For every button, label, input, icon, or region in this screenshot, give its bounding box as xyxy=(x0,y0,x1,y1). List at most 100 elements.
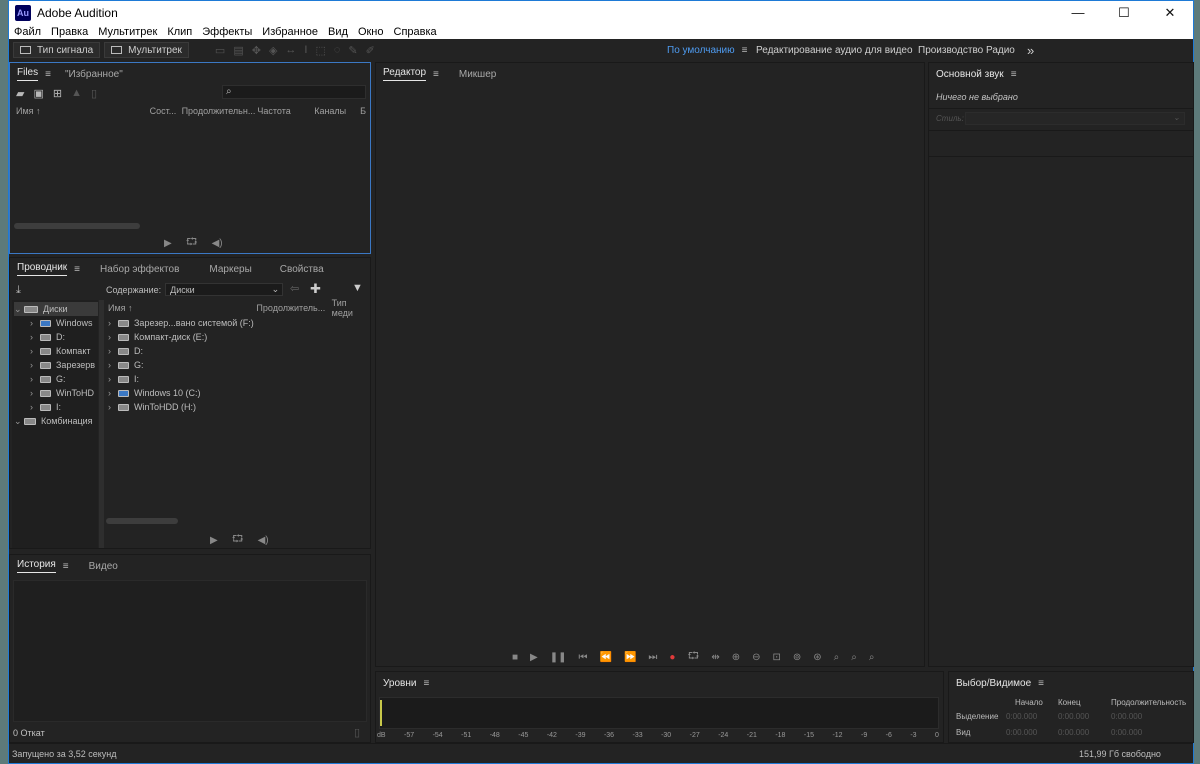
files-scrollbar[interactable] xyxy=(14,223,140,229)
tree-item-wintohdd[interactable]: › WinToHD xyxy=(30,386,94,400)
menu-window[interactable]: Окно xyxy=(353,26,389,38)
workspace-menu-icon[interactable]: ≡ xyxy=(742,45,748,56)
menu-effects[interactable]: Эффекты xyxy=(197,26,257,38)
autoplay-icon[interactable]: ◀) xyxy=(212,238,223,249)
col-name[interactable]: Имя ↑ xyxy=(16,106,150,116)
zoom-out-time-icon[interactable]: ⌕ xyxy=(851,652,857,663)
selection-duration-field[interactable]: 0:00.000 xyxy=(1111,712,1142,721)
menu-view[interactable]: Вид xyxy=(323,26,353,38)
tab-history[interactable]: История ≡ xyxy=(10,555,76,577)
col-rate[interactable]: Частота xyxy=(257,106,314,116)
zoom-in-time-icon[interactable]: ⌕ xyxy=(834,652,840,663)
tab-properties[interactable]: Свойства xyxy=(273,258,331,280)
slip-tool-icon[interactable]: ↔ xyxy=(285,44,296,57)
workspace-video[interactable]: Редактирование аудио для видео xyxy=(756,39,913,61)
tab-essential-sound[interactable]: Основной звук ≡ xyxy=(929,63,1024,85)
tab-favorites[interactable]: "Избранное" xyxy=(58,63,130,85)
menu-file[interactable]: Файл xyxy=(9,26,46,38)
new-file-icon[interactable]: ⊞ xyxy=(53,87,62,100)
editor-canvas[interactable] xyxy=(379,87,921,636)
col-duration[interactable]: Продолжительн... xyxy=(182,106,258,116)
back-icon[interactable]: ⇦ xyxy=(290,282,299,295)
move-tool-icon[interactable]: ✥ xyxy=(252,44,261,57)
workspace-radio[interactable]: Производство Радио xyxy=(918,39,1015,61)
play-icon[interactable]: ▶ xyxy=(164,238,172,249)
workspace-more-icon[interactable]: » xyxy=(1027,39,1034,61)
content-dropdown[interactable]: Диски ⌄ xyxy=(165,283,284,296)
tree-item-cd[interactable]: › Компакт xyxy=(30,344,90,358)
fast-forward-icon[interactable]: ⏩ xyxy=(624,652,636,663)
tab-files[interactable]: Files ≡ xyxy=(10,63,58,85)
menu-multitrack[interactable]: Мультитрек xyxy=(93,26,162,38)
files-search-input[interactable]: ⌕ xyxy=(222,85,366,99)
selection-end-field[interactable]: 0:00.000 xyxy=(1058,712,1089,721)
list-item[interactable]: › Зарезер...вано системой (F:) xyxy=(108,316,254,330)
autoplay-icon[interactable]: ◀) xyxy=(258,535,269,546)
tab-levels[interactable]: Уровни ≡ xyxy=(376,672,436,694)
tree-item-g[interactable]: › G: xyxy=(30,372,66,386)
panel-menu-icon[interactable]: ≡ xyxy=(423,678,429,689)
spectral-frequency-icon[interactable]: ▭ xyxy=(215,44,225,57)
style-dropdown[interactable]: ⌄ xyxy=(965,112,1185,125)
zoom-out-amplitude-icon[interactable]: ⊖ xyxy=(752,652,760,663)
delete-icon[interactable]: ▯ xyxy=(91,87,97,100)
insert-icon[interactable]: ▲ xyxy=(71,87,82,100)
loop-icon[interactable]: ⮔ xyxy=(687,649,699,666)
workspace-default[interactable]: По умолчанию ≡ xyxy=(667,39,747,61)
import-file-icon[interactable]: ▣ xyxy=(33,87,43,100)
tree-item-windows[interactable]: › Windows xyxy=(30,316,93,330)
list-item[interactable]: › I: xyxy=(108,372,139,386)
tree-item-combination[interactable]: ⌄ Комбинация xyxy=(14,414,93,428)
col-bits[interactable]: Б xyxy=(360,106,366,116)
pause-icon[interactable]: ❚❚ xyxy=(550,652,567,663)
tab-effects-rack[interactable]: Набор эффектов xyxy=(93,258,186,280)
panel-menu-icon[interactable]: ≡ xyxy=(63,561,69,572)
list-item[interactable]: › Windows 10 (C:) xyxy=(108,386,201,400)
tree-item-disks[interactable]: ⌄ Диски xyxy=(14,302,98,316)
view-duration-field[interactable]: 0:00.000 xyxy=(1111,728,1142,737)
list-item[interactable]: › D: xyxy=(108,344,143,358)
panel-menu-icon[interactable]: ≡ xyxy=(45,69,51,80)
brush-tool-icon[interactable]: ✎ xyxy=(348,44,357,57)
menu-clip[interactable]: Клип xyxy=(162,26,197,38)
zoom-in-amplitude-icon[interactable]: ⊕ xyxy=(732,652,740,663)
trash-icon[interactable]: ▯ xyxy=(354,726,360,739)
view-end-field[interactable]: 0:00.000 xyxy=(1058,728,1089,737)
maximize-button[interactable]: ☐ xyxy=(1101,1,1147,24)
minimize-button[interactable]: — xyxy=(1055,1,1101,24)
play-icon[interactable]: ▶ xyxy=(530,652,538,663)
tree-item-i[interactable]: › I: xyxy=(30,400,61,414)
zoom-out-full-icon[interactable]: ⊡ xyxy=(773,652,781,663)
skip-to-start-icon[interactable]: ⏮ xyxy=(579,652,588,663)
col-name[interactable]: Имя ↑ xyxy=(108,303,256,313)
add-location-icon[interactable]: ✚ xyxy=(310,281,321,297)
menu-edit[interactable]: Правка xyxy=(46,26,93,38)
tab-selection-view[interactable]: Выбор/Видимое ≡ xyxy=(949,672,1051,694)
tab-video[interactable]: Видео xyxy=(82,555,125,577)
spectral-pitch-icon[interactable]: ▤ xyxy=(233,44,243,57)
zoom-selection-icon[interactable]: ⊛ xyxy=(813,652,821,663)
menu-favorites[interactable]: Избранное xyxy=(257,26,323,38)
col-duration[interactable]: Продолжитель... xyxy=(256,303,331,313)
razor-tool-icon[interactable]: ◈ xyxy=(269,44,277,57)
play-icon[interactable]: ▶ xyxy=(210,535,218,546)
tree-scrollbar[interactable] xyxy=(99,300,104,548)
panel-menu-icon[interactable]: ≡ xyxy=(74,264,80,275)
tree-item-reserved[interactable]: › Зарезерв xyxy=(30,358,95,372)
close-button[interactable]: ✕ xyxy=(1147,1,1193,24)
tab-explorer[interactable]: Проводник ≡ xyxy=(10,258,87,280)
panel-menu-icon[interactable]: ≡ xyxy=(1011,69,1017,80)
open-file-icon[interactable]: ▰ xyxy=(16,87,24,100)
rewind-icon[interactable]: ⏪ xyxy=(600,652,612,663)
col-status[interactable]: Сост... xyxy=(150,106,182,116)
download-icon[interactable]: ⤓ xyxy=(16,284,21,297)
tab-editor[interactable]: Редактор ≡ xyxy=(376,63,446,85)
skip-to-end-icon[interactable]: ⏭ xyxy=(648,652,657,663)
panel-menu-icon[interactable]: ≡ xyxy=(433,69,439,80)
zoom-reset-icon[interactable]: ⌕ xyxy=(869,652,875,663)
marquee-tool-icon[interactable]: ⬚ xyxy=(315,44,325,57)
skip-selection-icon[interactable]: ⇹ xyxy=(711,652,719,663)
panel-menu-icon[interactable]: ≡ xyxy=(1038,678,1044,689)
record-icon[interactable]: ● xyxy=(669,652,675,663)
view-start-field[interactable]: 0:00.000 xyxy=(1006,728,1037,737)
